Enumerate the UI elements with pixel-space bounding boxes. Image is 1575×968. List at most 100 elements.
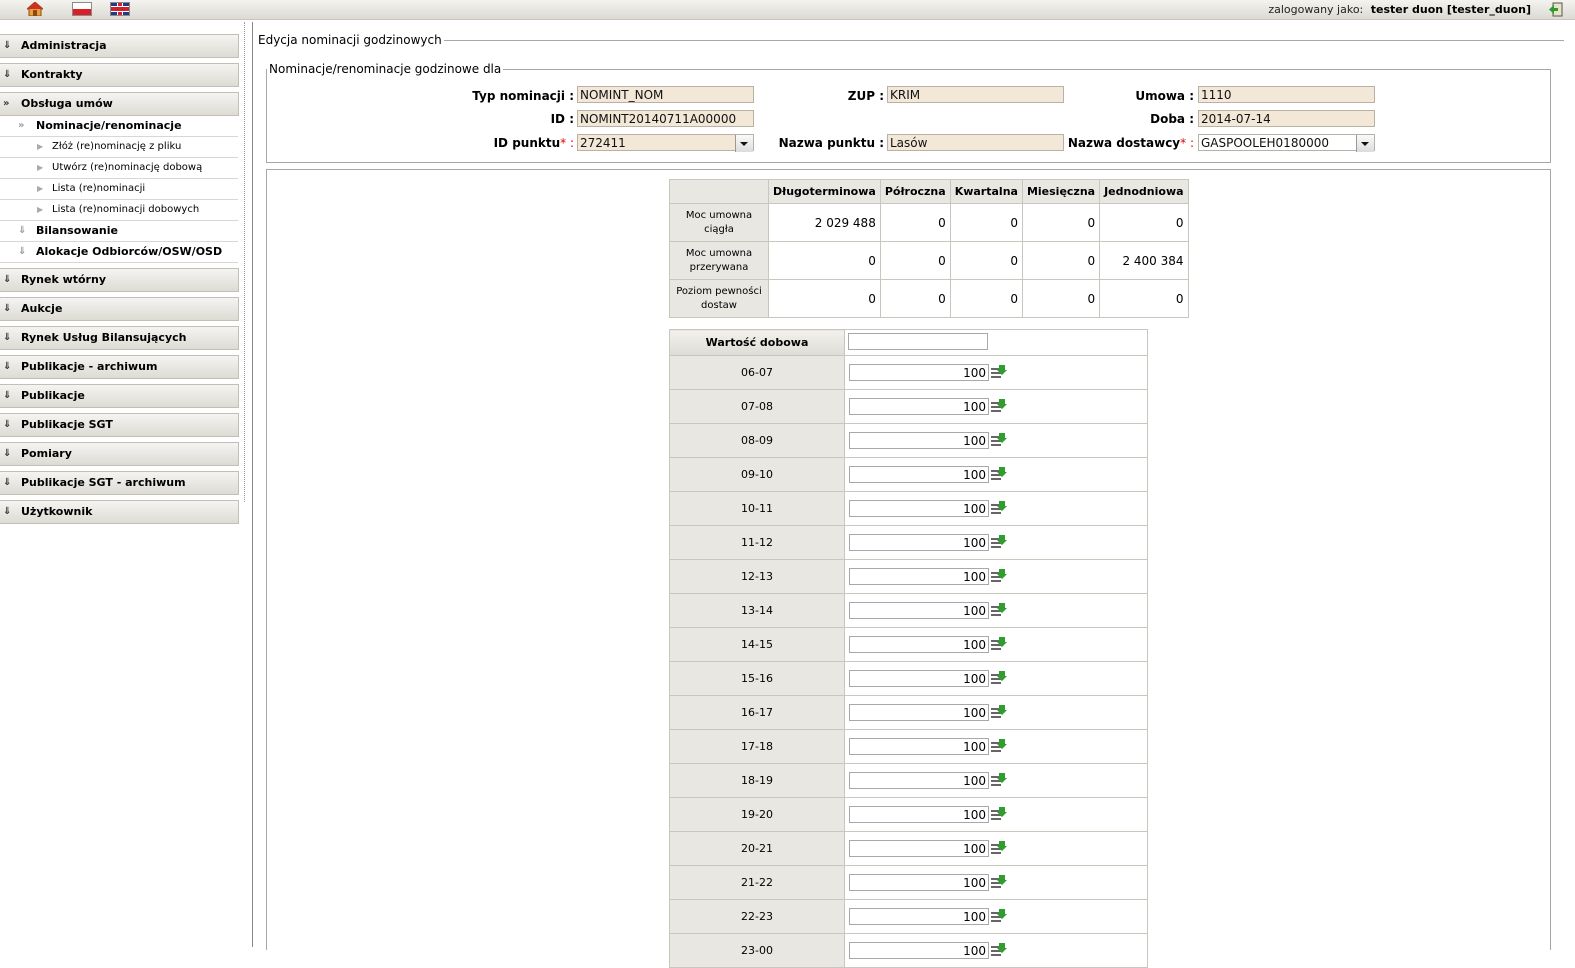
fill-down-icon[interactable] (990, 806, 1007, 823)
hour-value-input[interactable]: 100 (849, 704, 989, 721)
fill-down-icon[interactable] (990, 534, 1007, 551)
sidebar-item-kontrakty[interactable]: ⇓ Kontrakty (0, 63, 239, 87)
hour-value-input[interactable]: 100 (849, 772, 989, 789)
daily-value-input[interactable] (848, 332, 988, 350)
hour-value-input[interactable]: 100 (849, 738, 989, 755)
hour-value-input[interactable]: 100 (849, 942, 989, 959)
corner-cell (669, 179, 769, 204)
fill-down-icon[interactable] (990, 398, 1007, 415)
sidebar-divider (244, 22, 245, 502)
sidebar-item-administracja[interactable]: ⇓ Administracja (0, 34, 239, 58)
hour-value-input[interactable]: 100 (849, 432, 989, 449)
chevron-down-icon: ⇓ (3, 69, 12, 80)
hour-label: 15-16 (669, 661, 845, 696)
sidebar-item-publikacje-archiwum[interactable]: ⇓ Publikacje - archiwum (0, 355, 239, 379)
fill-down-icon[interactable] (990, 636, 1007, 653)
umowa-label: Umowa : (1135, 89, 1194, 103)
hour-value-input[interactable]: 100 (849, 636, 989, 653)
nazwa-punktu-label: Nazwa punktu : (778, 136, 884, 150)
hour-value-input[interactable]: 100 (849, 534, 989, 551)
dropdown-arrow-icon[interactable] (1356, 135, 1374, 152)
nazwa-dostawcy-select[interactable]: GASPOOLEH0180000 (1198, 134, 1375, 152)
daily-value-cell (844, 329, 1148, 356)
fill-down-icon[interactable] (990, 908, 1007, 925)
hour-value-input[interactable]: 100 (849, 466, 989, 483)
sidebar-item-utworz[interactable]: ▶ Utwórz (re)nominację dobową (0, 158, 238, 179)
fill-down-icon[interactable] (990, 568, 1007, 585)
hour-value-cell: 100 (844, 423, 1148, 458)
fill-down-icon[interactable] (990, 772, 1007, 789)
table-row: Poziom pewności dostaw 0 0 0 0 0 (669, 279, 1189, 318)
hour-label: 07-08 (669, 389, 845, 424)
fill-down-icon[interactable] (990, 704, 1007, 721)
hour-value-input[interactable]: 100 (849, 568, 989, 585)
dropdown-arrow-icon[interactable] (735, 135, 753, 152)
hour-label: 06-07 (669, 355, 845, 390)
table-cell: 0 (879, 203, 951, 242)
table-cell: 2 400 384 (1099, 241, 1189, 280)
id-punktu-select[interactable]: 272411 (577, 134, 754, 152)
table-row: 18-19 100 (669, 763, 1148, 798)
sidebar-item-publikacje-sgt[interactable]: ⇓ Publikacje SGT (0, 413, 239, 437)
id-punktu-label-text: ID punktu (493, 136, 561, 150)
fill-down-icon[interactable] (990, 500, 1007, 517)
hour-value-input[interactable]: 100 (849, 840, 989, 857)
sidebar-item-bilansowanie[interactable]: ⇓ Bilansowanie (0, 221, 238, 242)
sidebar-item-lista-dobowych[interactable]: ▶ Lista (re)nominacji dobowych (0, 200, 238, 221)
edit-nominations-legend: Edycja nominacji godzinowych (258, 33, 442, 47)
hour-value-input[interactable]: 100 (849, 602, 989, 619)
sidebar-item-lista[interactable]: ▶ Lista (re)nominacji (0, 179, 238, 200)
hour-value-cell: 100 (844, 797, 1148, 832)
sidebar-item-label: Użytkownik (21, 505, 93, 518)
table-row: Moc umowna przerywana 0 0 0 0 2 400 384 (669, 241, 1189, 280)
sidebar-item-publikacje[interactable]: ⇓ Publikacje (0, 384, 239, 408)
table-row: 21-22 100 (669, 865, 1148, 900)
sidebar-item-obsluga-umow[interactable]: » Obsługa umów (0, 92, 239, 116)
hour-label: 19-20 (669, 797, 845, 832)
hour-value-input[interactable]: 100 (849, 364, 989, 381)
main-divider (252, 22, 253, 947)
sidebar-item-publikacje-sgt-archiwum[interactable]: ⇓ Publikacje SGT - archiwum (0, 471, 239, 495)
english-flag-icon[interactable] (110, 2, 130, 16)
fill-down-icon[interactable] (990, 432, 1007, 449)
sidebar-item-pomiary[interactable]: ⇓ Pomiary (0, 442, 239, 466)
sidebar-item-nominacje[interactable]: » Nominacje/renominacje (0, 116, 238, 137)
hour-value-input[interactable]: 100 (849, 874, 989, 891)
required-marker: * : (560, 136, 574, 150)
fill-down-icon[interactable] (990, 874, 1007, 891)
typ-nominacji-field: NOMINT_NOM (577, 86, 754, 103)
table-cell: 0 (768, 279, 881, 318)
hour-value-cell: 100 (844, 661, 1148, 696)
fill-down-icon[interactable] (990, 466, 1007, 483)
hour-value-input[interactable]: 100 (849, 500, 989, 517)
fill-down-icon[interactable] (990, 738, 1007, 755)
sidebar-item-zloz[interactable]: ▶ Złóż (re)nominację z pliku (0, 137, 238, 158)
fill-down-icon[interactable] (990, 364, 1007, 381)
sidebar-item-rynek-wtorny[interactable]: ⇓ Rynek wtórny (0, 268, 239, 292)
sidebar-item-alokacje[interactable]: ⇓ Alokacje Odbiorców/OSW/OSD (0, 242, 238, 263)
table-cell: 0 (949, 279, 1023, 318)
hour-value-cell: 100 (844, 593, 1148, 628)
home-icon[interactable] (27, 2, 43, 16)
logged-as-label: zalogowany jako: (1268, 3, 1364, 16)
sidebar-item-uzytkownik[interactable]: ⇓ Użytkownik (0, 500, 239, 524)
hour-label: 10-11 (669, 491, 845, 526)
hour-value-input[interactable]: 100 (849, 806, 989, 823)
polish-flag-icon[interactable] (72, 2, 92, 16)
table-header-row: Wartość dobowa (669, 329, 1148, 356)
sidebar-item-aukcje[interactable]: ⇓ Aukcje (0, 297, 239, 321)
hour-value-input[interactable]: 100 (849, 398, 989, 415)
sidebar-item-rynek-uslug[interactable]: ⇓ Rynek Usług Bilansujących (0, 326, 239, 350)
hour-value-cell: 100 (844, 865, 1148, 900)
hour-value-cell: 100 (844, 695, 1148, 730)
fill-down-icon[interactable] (990, 942, 1007, 959)
hour-label: 08-09 (669, 423, 845, 458)
fill-down-icon[interactable] (990, 840, 1007, 857)
fill-down-icon[interactable] (990, 670, 1007, 687)
logout-icon[interactable] (1549, 2, 1563, 17)
hour-value-input[interactable]: 100 (849, 908, 989, 925)
table-cell: 0 (1099, 203, 1189, 242)
umowa-field: 1110 (1198, 86, 1375, 103)
hour-value-input[interactable]: 100 (849, 670, 989, 687)
fill-down-icon[interactable] (990, 602, 1007, 619)
